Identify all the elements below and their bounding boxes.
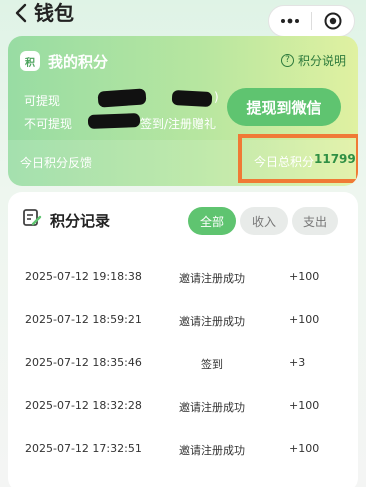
filter-tab-expense[interactable]: 支出 bbox=[292, 207, 338, 235]
more-options-icon[interactable] bbox=[269, 6, 311, 36]
records-card: 积分记录 全部 收入 支出 2025-07-12 19:18:38 邀请注册成功… bbox=[8, 192, 358, 487]
record-amount: +3 bbox=[289, 356, 306, 369]
record-time: 2025-07-12 18:32:28 bbox=[25, 399, 142, 412]
points-card-header: 积 我的积分 bbox=[20, 50, 108, 72]
today-feedback-link[interactable]: 今日积分反馈 bbox=[20, 154, 92, 171]
mini-program-capsule bbox=[268, 5, 355, 37]
back-arrow-icon[interactable] bbox=[12, 2, 30, 24]
filter-tab-all[interactable]: 全部 bbox=[188, 207, 236, 235]
frozen-label: 不可提现 bbox=[24, 117, 73, 131]
record-type: 邀请注册成功 bbox=[179, 272, 245, 285]
points-coin-icon: 积 bbox=[20, 51, 40, 71]
redacted-amount-mark bbox=[97, 88, 147, 108]
close-target-icon[interactable] bbox=[312, 6, 354, 36]
records-title: 积分记录 bbox=[50, 211, 111, 230]
record-type: 签到 bbox=[201, 358, 223, 371]
record-time: 2025-07-12 18:35:46 bbox=[25, 356, 142, 369]
withdraw-to-wechat-button[interactable]: 提现到微信 bbox=[227, 88, 341, 126]
edit-document-icon bbox=[22, 208, 42, 232]
record-time: 2025-07-12 17:32:51 bbox=[25, 442, 142, 455]
record-type: 邀请注册成功 bbox=[179, 401, 245, 414]
page-title: 钱包 bbox=[34, 1, 74, 25]
top-nav-bar: 钱包 bbox=[0, 0, 366, 37]
record-amount: +100 bbox=[289, 313, 320, 326]
today-total-value: 11799 bbox=[314, 152, 356, 166]
record-row: 2025-07-12 17:32:51 邀请注册成功 +100 bbox=[8, 428, 358, 471]
redacted-amount-mark bbox=[87, 113, 141, 129]
records-header: 积分记录 bbox=[22, 208, 110, 232]
record-type: 邀请注册成功 bbox=[179, 315, 245, 328]
points-rules-link[interactable]: ? 积分说明 bbox=[280, 52, 346, 69]
points-card: 积 我的积分 ? 积分说明 可提现 ) 不可提现 签到/注册赠礼 提现到微信 今… bbox=[8, 36, 358, 186]
today-total-label: 今日总积分 bbox=[254, 155, 315, 169]
redacted-amount-mark bbox=[171, 89, 213, 108]
record-row: 2025-07-12 18:35:46 签到 +3 bbox=[8, 342, 358, 385]
question-icon: ? bbox=[280, 54, 294, 67]
record-amount: +100 bbox=[289, 270, 320, 283]
record-row: 2025-07-12 18:32:28 邀请注册成功 +100 bbox=[8, 385, 358, 428]
record-time: 2025-07-12 18:59:21 bbox=[25, 313, 142, 326]
record-row: 2025-07-12 19:18:38 邀请注册成功 +100 bbox=[8, 256, 358, 299]
record-type: 邀请注册成功 bbox=[179, 444, 245, 457]
frozen-note: 签到/注册赠礼 bbox=[140, 117, 217, 131]
filter-tab-income[interactable]: 收入 bbox=[240, 207, 288, 235]
record-time: 2025-07-12 19:18:38 bbox=[25, 270, 142, 283]
record-amount: +100 bbox=[289, 399, 320, 412]
record-amount: +100 bbox=[289, 442, 320, 455]
withdrawable-suffix: ) bbox=[214, 90, 219, 104]
withdrawable-label: 可提现 bbox=[24, 94, 61, 108]
points-rules-label: 积分说明 bbox=[297, 54, 346, 68]
record-row: 2025-07-12 18:59:21 邀请注册成功 +100 bbox=[8, 299, 358, 342]
points-title: 我的积分 bbox=[48, 52, 109, 71]
